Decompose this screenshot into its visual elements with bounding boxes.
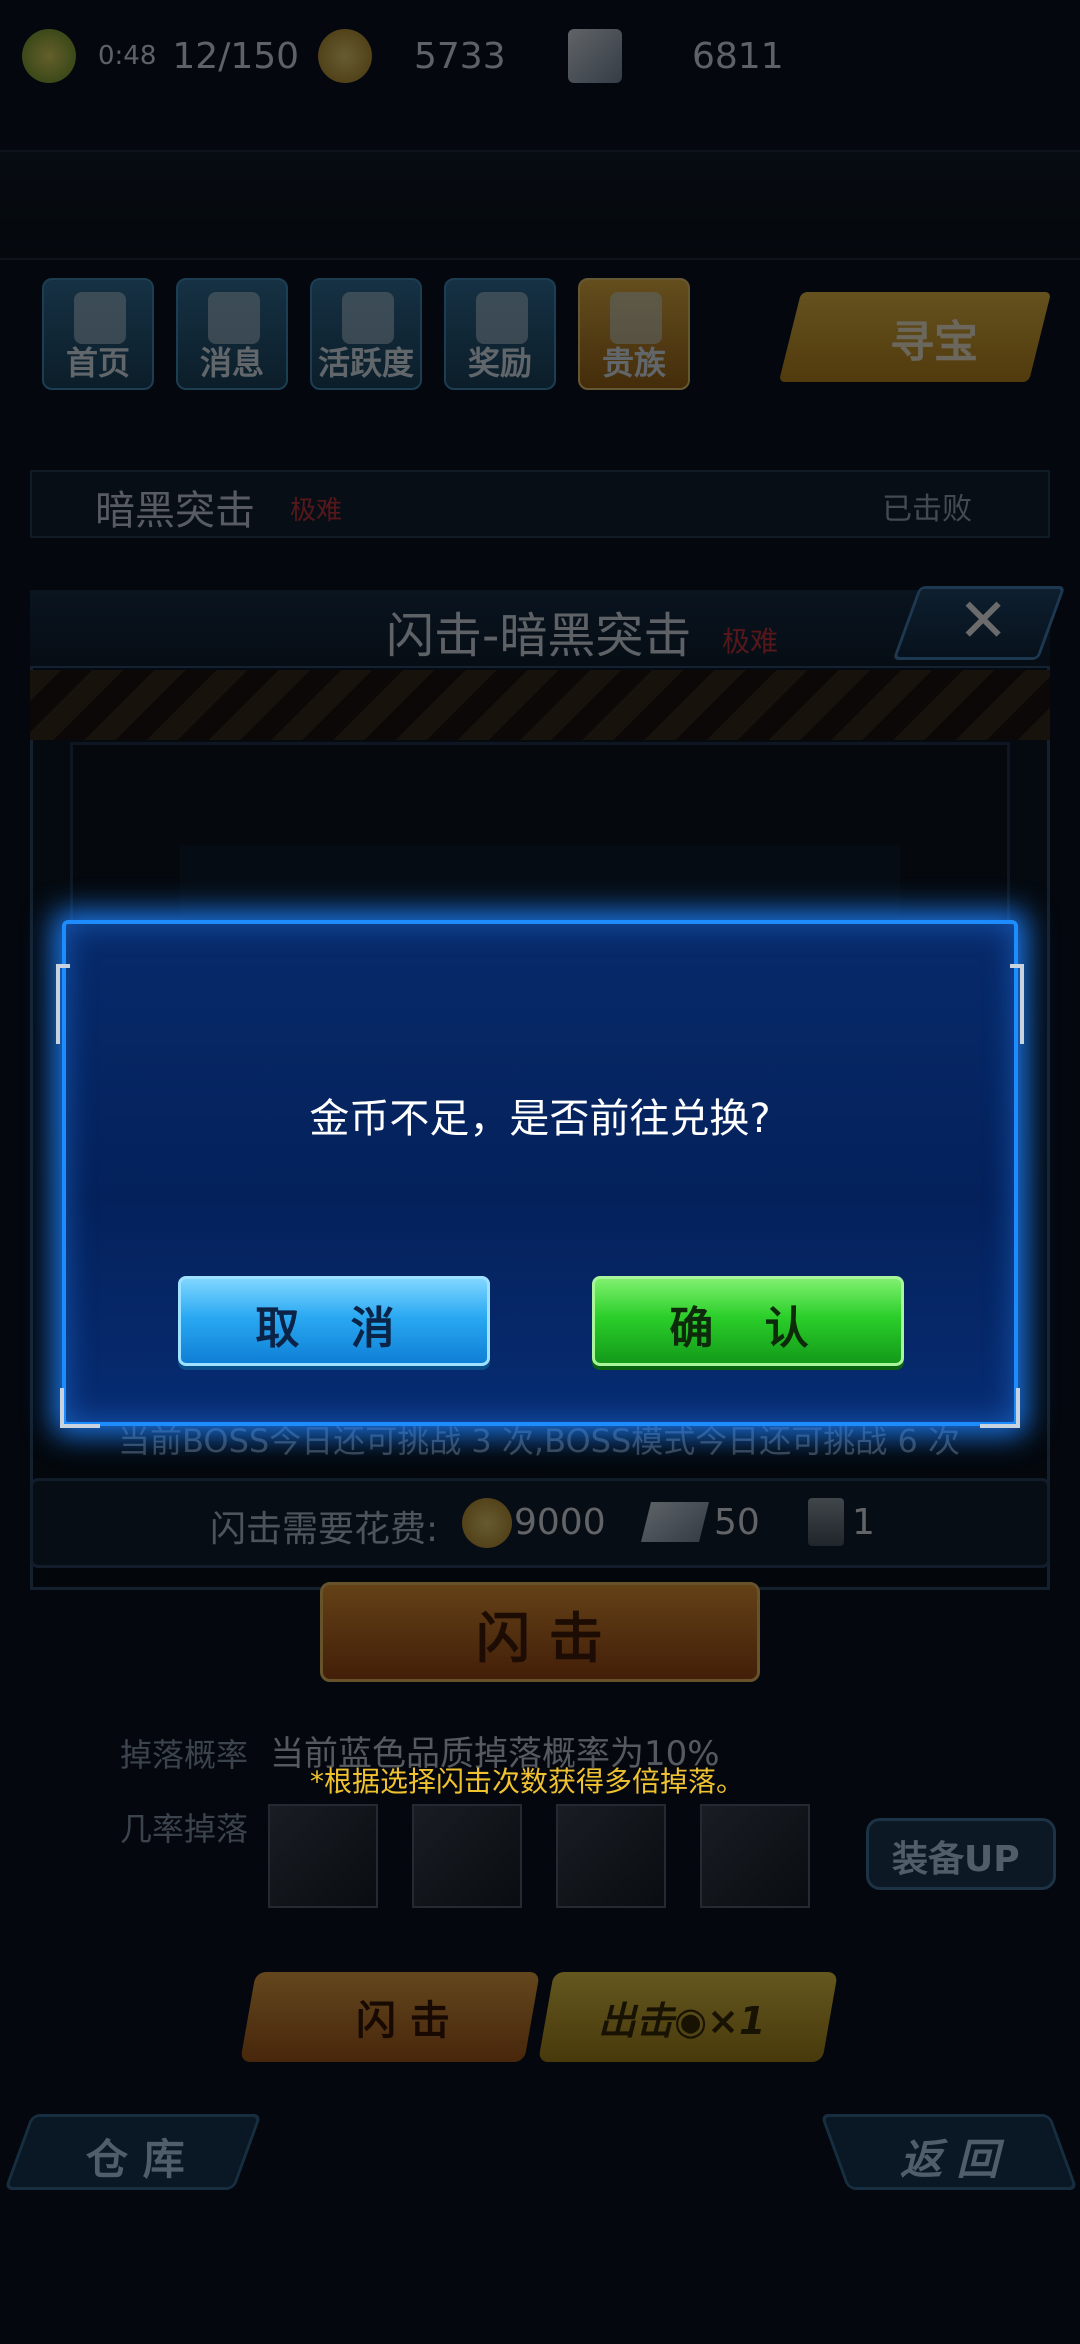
stamina-icon (22, 29, 76, 83)
hazard-stripe (30, 670, 1050, 740)
drop-item-card[interactable] (556, 1804, 666, 1908)
drop-item-card[interactable] (268, 1804, 378, 1908)
stamina-value: 12/150 (172, 35, 300, 77)
gem-resource: 6811 (568, 28, 784, 84)
sweep-main-label: 闪 击 (476, 1607, 603, 1670)
drop-item-card[interactable] (700, 1804, 810, 1908)
confirm-button-label: 确 认 (669, 1303, 827, 1354)
sweep-panel-difficulty: 极难 (722, 625, 779, 658)
nav-messages[interactable]: 消息 (176, 278, 288, 390)
drop-item-card[interactable] (412, 1804, 522, 1908)
cost-ticket-value: 50 (714, 1502, 760, 1543)
fight-button-label: 出击◉×1 (598, 1999, 766, 2043)
nav-home[interactable]: 首页 (42, 278, 154, 390)
gold-resource: 5733 (318, 28, 506, 84)
drop-multiplier-note: *根据选择闪击次数获得多倍掉落。 (310, 1765, 745, 1798)
sweep-button-label: 闪 击 (356, 1998, 450, 2044)
drop-items-label: 几率掉落 (120, 1810, 249, 1848)
home-icon (74, 292, 126, 344)
nav-noble[interactable]: 贵族 (578, 278, 690, 390)
dialog-corner (1010, 964, 1024, 1044)
nav-rewards[interactable]: 奖励 (444, 278, 556, 390)
gem-value: 6811 (692, 35, 784, 77)
dialog-corner (60, 1388, 100, 1428)
activity-icon (342, 292, 394, 344)
stamina-timer: 0:48 (98, 41, 157, 71)
key-icon (808, 1498, 844, 1546)
stamina-resource: 0:48 12/150 (22, 28, 299, 84)
gold-coin-icon (462, 1498, 512, 1548)
nav-activity[interactable]: 活跃度 (310, 278, 422, 390)
dialog-message: 金币不足，是否前往兑换? (309, 1096, 771, 1142)
dungeon-difficulty: 极难 (290, 496, 343, 526)
cost-gold-value: 9000 (514, 1502, 606, 1543)
cancel-button-label: 取 消 (255, 1303, 413, 1354)
warehouse-label: 仓 库 (86, 2135, 185, 2184)
sweep-panel-title: 闪击-暗黑突击 (386, 608, 692, 664)
dungeon-name: 暗黑突击 (95, 488, 255, 534)
gold-coin-icon (318, 29, 372, 83)
dialog-corner (56, 964, 70, 1044)
back-label: 返 回 (900, 2135, 999, 2184)
gift-icon (476, 292, 528, 344)
ticket-icon (641, 1502, 709, 1542)
resource-bar (0, 150, 1080, 260)
drop-rate-label: 掉落概率 (120, 1736, 249, 1774)
close-icon: ✕ (958, 586, 1009, 656)
gem-icon (568, 29, 622, 83)
mail-icon (208, 292, 260, 344)
gold-value: 5733 (414, 35, 506, 77)
dungeon-status: 已击败 (882, 492, 972, 527)
dialog-corner (980, 1388, 1020, 1428)
treasure-label: 寻宝 (890, 317, 978, 368)
cost-key-value: 1 (852, 1502, 875, 1543)
noble-icon (610, 292, 662, 344)
cost-label: 闪击需要花费: (210, 1509, 439, 1550)
equip-up-label: 装备UP (892, 1839, 1020, 1880)
